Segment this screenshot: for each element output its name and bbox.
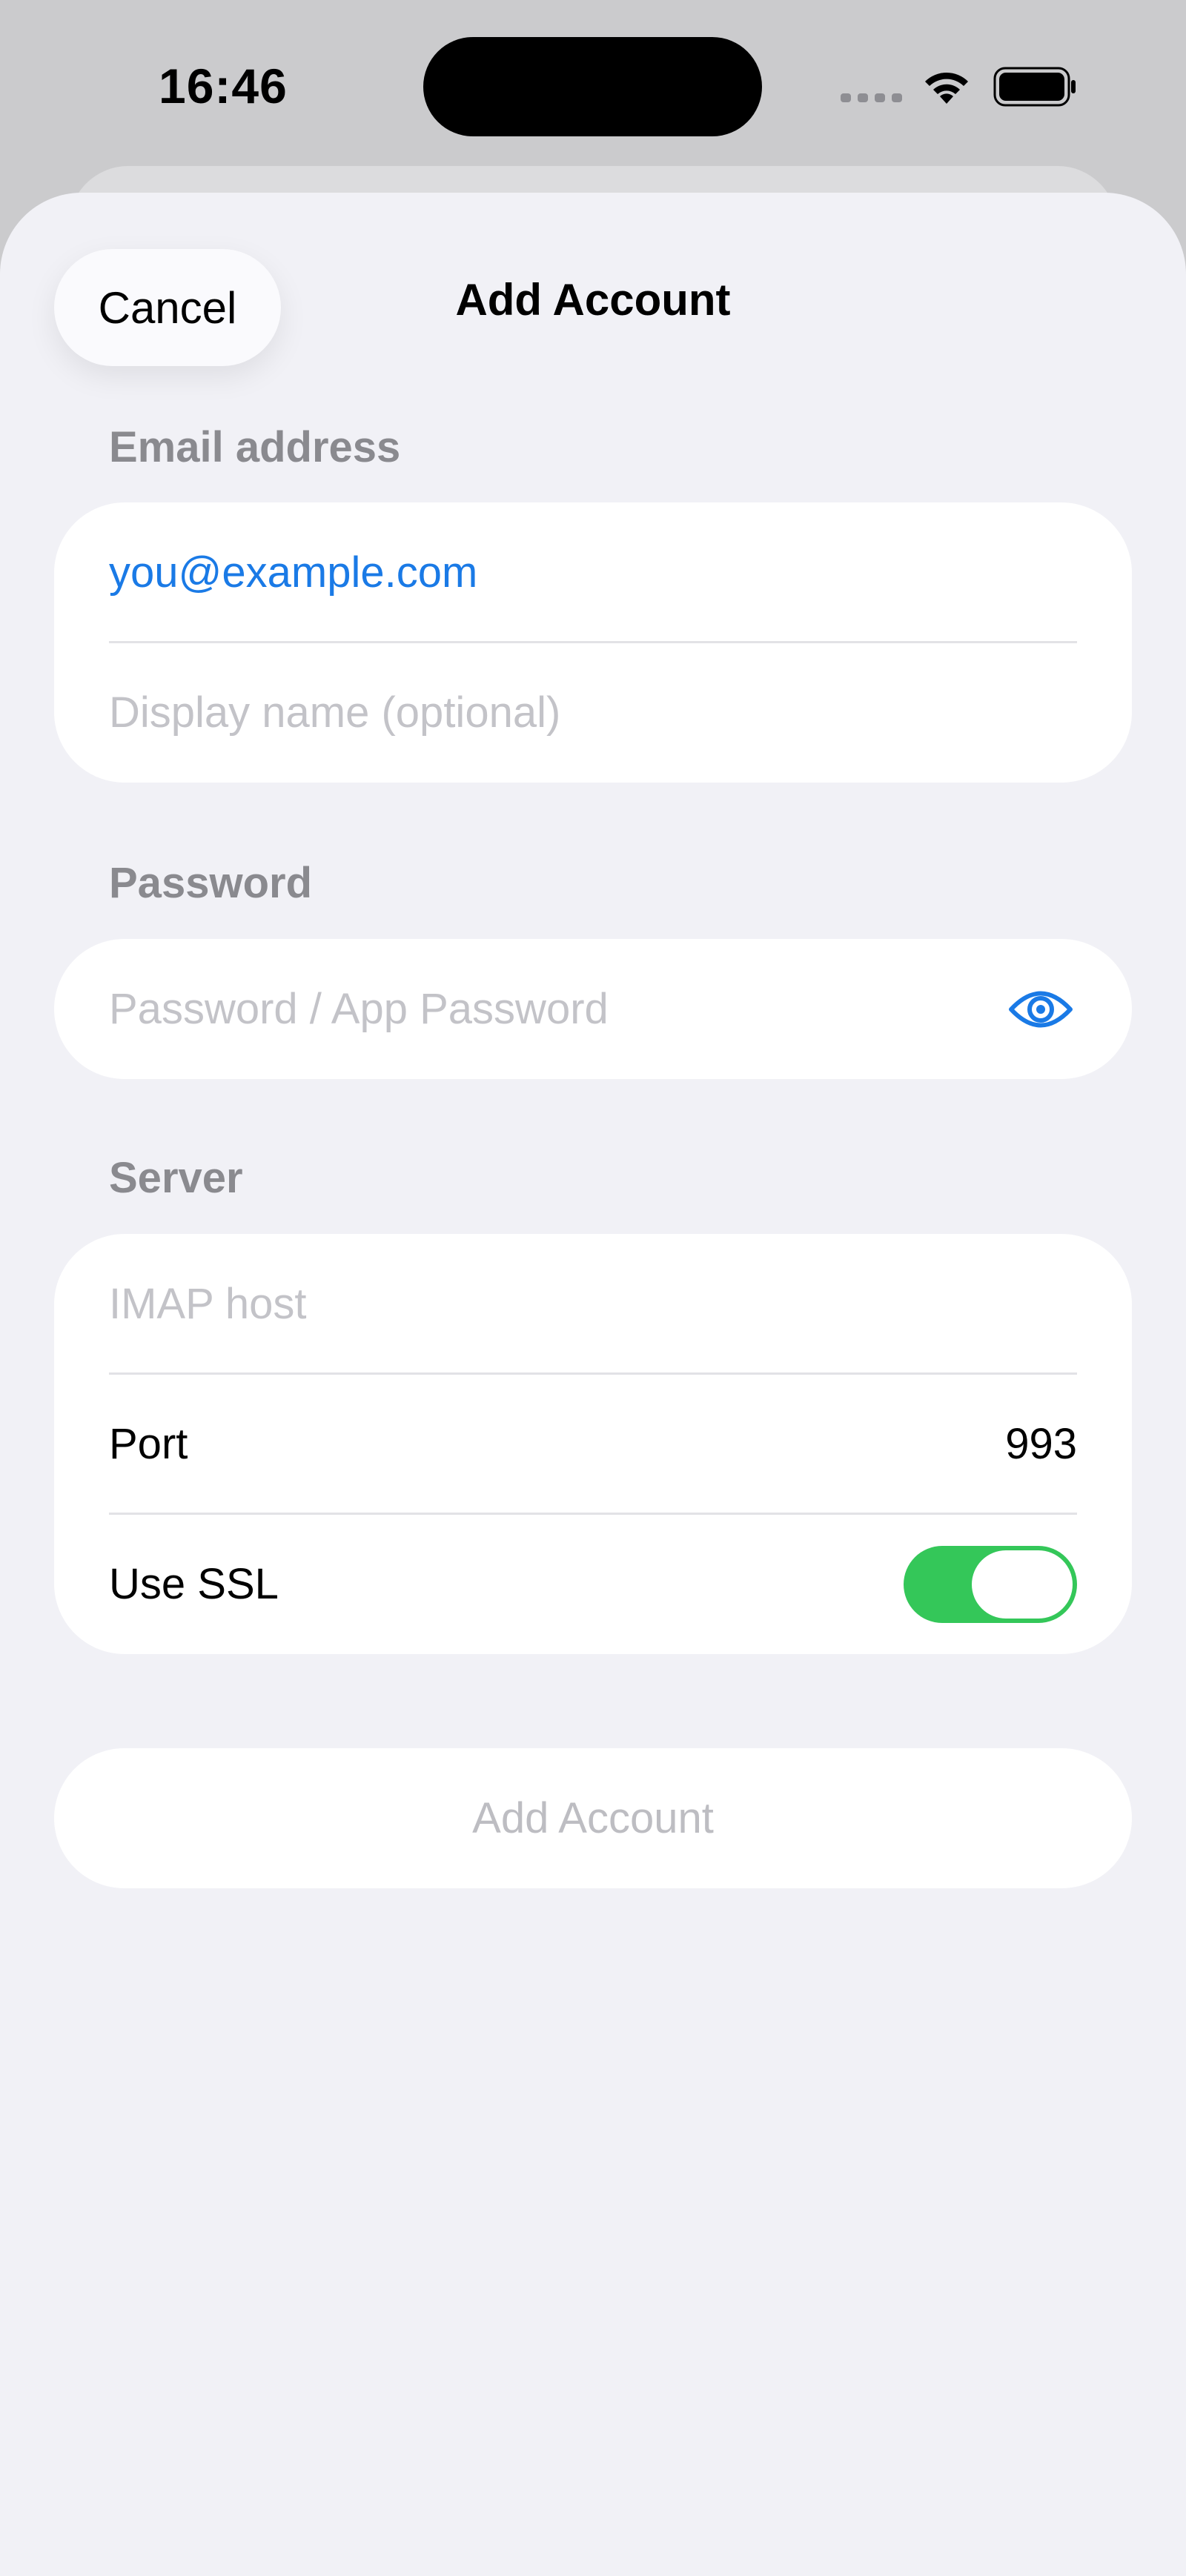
port-value[interactable]: 993	[1005, 1419, 1077, 1469]
wifi-icon	[925, 72, 968, 104]
add-account-sheet: Cancel Add Account Email address you@exa…	[0, 193, 1186, 2576]
ssl-toggle[interactable]	[904, 1545, 1077, 1623]
port-row[interactable]: Port 993	[109, 1374, 1077, 1514]
display-name-field[interactable]: Display name (optional)	[109, 643, 1077, 783]
battery-icon	[993, 67, 1076, 107]
ssl-row: Use SSL	[109, 1514, 1077, 1654]
page-title: Add Account	[455, 275, 731, 325]
cellular-icon	[841, 93, 902, 102]
password-section-label: Password	[109, 859, 312, 907]
status-time: 16:46	[159, 59, 288, 113]
dynamic-island	[423, 37, 762, 136]
email-section-label: Email address	[109, 423, 401, 471]
ssl-label: Use SSL	[109, 1560, 279, 1608]
server-card: IMAP host Port 993 Use SSL	[54, 1234, 1132, 1654]
email-card: you@example.com Display name (optional)	[54, 502, 1132, 783]
toggle-knob	[972, 1550, 1073, 1619]
email-field[interactable]: you@example.com	[109, 502, 1077, 643]
status-bar: 16:46	[0, 0, 1186, 170]
server-section-label: Server	[109, 1154, 243, 1202]
add-account-button[interactable]: Add Account	[54, 1748, 1132, 1888]
imap-host-field[interactable]: IMAP host	[109, 1234, 1077, 1374]
password-field[interactable]: Password / App Password	[109, 939, 984, 1079]
password-card: Password / App Password	[54, 939, 1132, 1079]
eye-icon[interactable]	[1007, 983, 1074, 1035]
port-label: Port	[109, 1420, 188, 1468]
